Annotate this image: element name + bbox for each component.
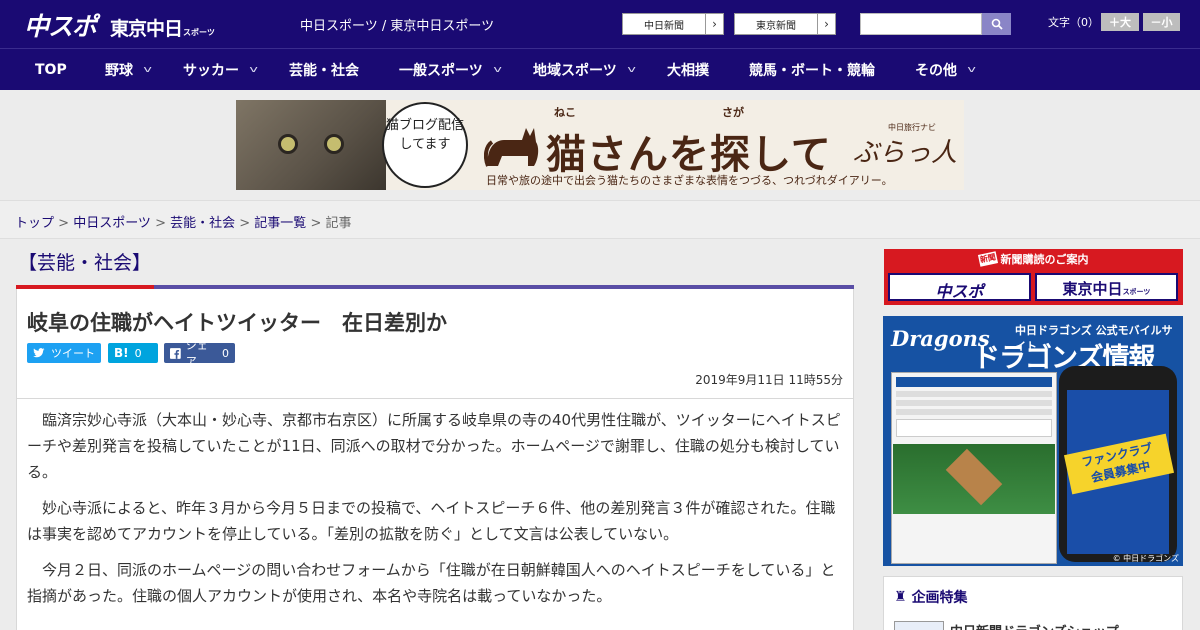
breadcrumb: トップ > 中日スポーツ > 芸能・社会 > 記事一覧 > 記事 <box>15 212 352 231</box>
article-paragraph: 今月２日、同派のホームページの問い合わせフォームから「住職が在日朝鮮韓国人へのヘ… <box>27 561 836 605</box>
dragons-shop-thumbnail[interactable] <box>894 621 944 630</box>
facebook-icon <box>170 347 181 359</box>
banner-subtitle: 日常や旅の途中で出会う猫たちのさまざまな表情をつづる、つれづれダイアリー。 <box>486 174 893 187</box>
category-heading: 【芸能・社会】 <box>18 252 152 274</box>
tokyo-logo-small: スポーツ <box>1122 288 1151 296</box>
feature-section: ♜ 企画特集 中日新聞ドラゴンズショップ <box>883 576 1183 630</box>
search-button[interactable] <box>982 13 1011 35</box>
nav-item-racing[interactable]: 競馬・ボート・競輪 <box>749 49 875 90</box>
feature-heading: ♜ 企画特集 <box>894 587 968 607</box>
subscription-ad[interactable]: 新聞 新聞購読のご案内 中スポ 東京中日 スポーツ <box>884 249 1183 305</box>
breadcrumb-separator: > <box>150 216 171 231</box>
cat-eye <box>324 134 344 154</box>
article-title: 岐阜の住職がヘイトツイッター 在日差別か <box>27 311 447 335</box>
banner-ruby: さが <box>722 106 744 119</box>
facebook-share-label: シェア <box>185 339 208 368</box>
facebook-share-count: 0 <box>222 346 229 360</box>
article-header: 岐阜の住職がヘイトツイッター 在日差別か ツイート B! 0 シェア 0 201… <box>16 289 854 399</box>
breadcrumb-chuspo[interactable]: 中日スポーツ <box>73 216 151 231</box>
breadcrumb-top[interactable]: トップ <box>15 216 54 231</box>
cat-photo <box>236 100 386 190</box>
feature-heading-label: 企画特集 <box>911 590 968 606</box>
tweet-label: ツイート <box>51 347 95 360</box>
nav-label: 大相撲 <box>667 62 709 79</box>
logo-chuspo: 中スポ <box>24 12 97 41</box>
hatena-icon: B! <box>114 346 129 360</box>
cat-silhouette-icon <box>484 128 539 167</box>
search-icon <box>991 18 1003 30</box>
facebook-share-button[interactable]: シェア 0 <box>164 339 235 368</box>
subscription-head-label: 新聞購読のご案内 <box>1000 253 1089 266</box>
breadcrumb-bar: トップ > 中日スポーツ > 芸能・社会 > 記事一覧 > 記事 <box>0 200 1200 239</box>
chevron-down-icon: v <box>627 64 636 75</box>
chevron-down-icon: v <box>493 64 502 75</box>
subscription-chuspo-link[interactable]: 中スポ <box>888 273 1031 301</box>
breadcrumb-entertainment[interactable]: 芸能・社会 <box>170 216 235 231</box>
nav-item-other[interactable]: その他 v <box>915 49 976 90</box>
chunichi-shimbun-link[interactable]: 中日新聞 › <box>622 13 724 35</box>
chevron-down-icon: v <box>967 64 976 75</box>
dragons-copyright: © 中日ドラゴンズ <box>1112 554 1179 563</box>
breadcrumb-article-list[interactable]: 記事一覧 <box>254 216 306 231</box>
nav-label: 地域スポーツ <box>533 62 617 79</box>
ext-link-label: 東京新聞 <box>756 20 796 32</box>
breadcrumb-current: 記事 <box>325 216 352 231</box>
nav-item-sumo[interactable]: 大相撲 <box>667 49 709 90</box>
nav-item-local-sports[interactable]: 地域スポーツ v <box>533 49 636 90</box>
baseball-field-image <box>893 444 1055 514</box>
font-size-label: 文字（0） <box>1048 16 1099 29</box>
dragons-mobile-ad[interactable]: Dragons 中日ドラゴンズ 公式モバイルサイト ドラゴンズ情報 ファンクラブ… <box>883 316 1183 566</box>
chevron-down-icon: v <box>249 64 258 75</box>
nav-label: 一般スポーツ <box>399 62 483 79</box>
article-body: 臨済宗妙心寺派（大本山・妙心寺、京都市右京区）に所属する岐阜県の寺の40代男性住… <box>16 399 854 630</box>
site-header: 中スポ 東京中日 スポーツ 中日スポーツ / 東京中日スポーツ 中日新聞 › 東… <box>0 0 1200 48</box>
logo-tokyo-chunichi: 東京中日 <box>110 18 183 40</box>
nav-item-entertainment[interactable]: 芸能・社会 <box>289 49 359 90</box>
logo-tokyo-small: スポーツ <box>183 28 215 37</box>
subscription-tokyo-link[interactable]: 東京中日 スポーツ <box>1035 273 1178 301</box>
nav-item-soccer[interactable]: サッカー v <box>183 49 258 90</box>
pin-icon: ♜ <box>894 589 907 605</box>
cat-blog-banner[interactable]: 猫ブログ配信してます ねこ さが 猫さんを探して 日常や旅の途中で出会う猫たちの… <box>236 100 964 190</box>
breadcrumb-separator: > <box>54 216 74 231</box>
speech-bubble: 猫ブログ配信してます <box>382 102 468 188</box>
search-input[interactable] <box>860 13 982 35</box>
nav-label: TOP <box>35 61 67 78</box>
cat-eye <box>278 134 298 154</box>
nav-label: その他 <box>915 62 957 79</box>
nav-item-top[interactable]: TOP <box>35 49 67 90</box>
article-paragraph: 臨済宗妙心寺派（大本山・妙心寺、京都市右京区）に所属する岐阜県の寺の40代男性住… <box>27 411 841 481</box>
chuspo-logo-text: 中スポ <box>935 282 984 301</box>
subscription-head: 新聞 新聞購読のご案内 <box>884 249 1183 269</box>
nav-item-general-sports[interactable]: 一般スポーツ v <box>399 49 502 90</box>
hatena-bookmark-button[interactable]: B! 0 <box>108 343 158 363</box>
article-paragraph: 妙心寺派によると、昨年３月から今月５日までの投稿で、ヘイトスピーチ６件、他の差別… <box>27 499 836 543</box>
site-names: 中日スポーツ / 東京中日スポーツ <box>300 19 495 34</box>
nav-label: 競馬・ボート・競輪 <box>749 62 875 79</box>
nav-label: サッカー <box>183 62 239 79</box>
site-logo[interactable]: 中スポ 東京中日 スポーツ <box>24 7 215 41</box>
twitter-icon <box>33 348 45 358</box>
tokyo-shimbun-link[interactable]: 東京新聞 › <box>734 13 836 35</box>
breadcrumb-separator: > <box>235 216 255 231</box>
ext-link-label: 中日新聞 <box>644 20 684 32</box>
font-bigger-button[interactable]: ＋大 <box>1101 13 1139 31</box>
breadcrumb-separator: > <box>306 216 326 231</box>
tweet-button[interactable]: ツイート <box>27 343 101 363</box>
main-nav: TOP 野球 v サッカー v 芸能・社会 一般スポーツ v 地域スポーツ v … <box>0 48 1200 90</box>
font-smaller-button[interactable]: －小 <box>1143 13 1180 31</box>
article-date: 2019年9月11日 11時55分 <box>695 373 843 387</box>
newspaper-icon: 新聞 <box>977 251 998 267</box>
hatena-count: 0 <box>134 346 142 360</box>
nav-item-baseball[interactable]: 野球 v <box>105 49 152 90</box>
nav-label: 芸能・社会 <box>289 62 359 79</box>
chevron-right-icon: › <box>817 14 835 34</box>
banner-brand: ぶらっ人 <box>853 138 958 168</box>
chevron-down-icon: v <box>143 64 152 75</box>
feature-item-dragons-shop[interactable]: 中日新聞ドラゴンズショップ <box>950 621 1119 630</box>
banner-ruby: ねこ <box>554 106 576 119</box>
chevron-right-icon: › <box>705 14 723 34</box>
tokyo-logo-text: 東京中日 <box>1062 280 1123 298</box>
nav-label: 野球 <box>105 62 133 79</box>
